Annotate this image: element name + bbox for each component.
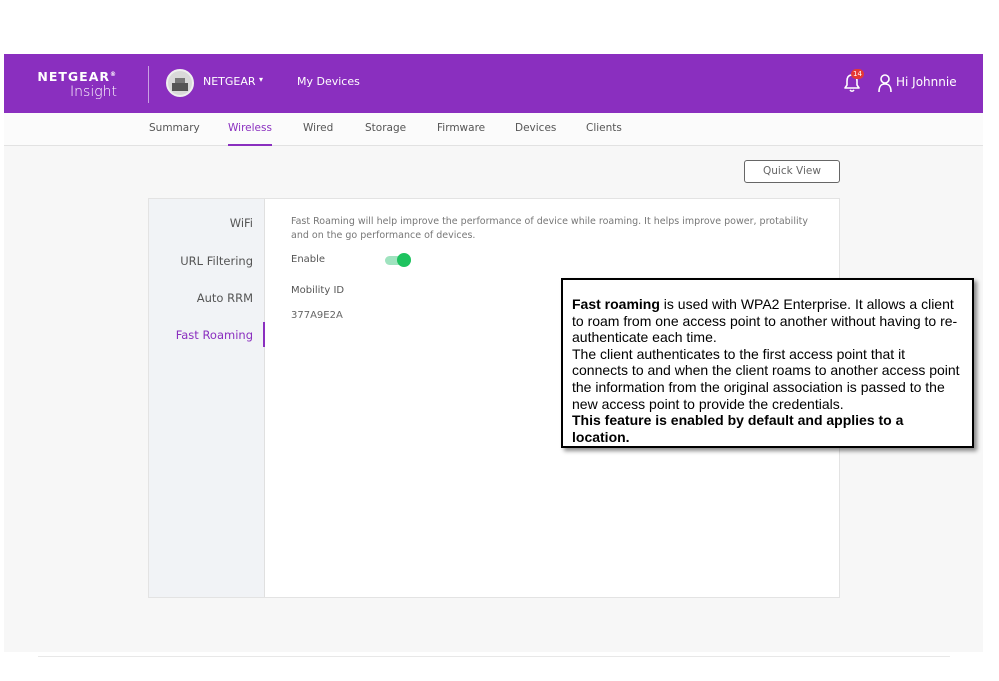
enable-label: Enable: [291, 254, 326, 265]
footer-divider: [38, 656, 950, 657]
sidebar-item-fast-roaming[interactable]: Fast Roaming: [176, 328, 253, 342]
logo-wordmark: NETGEAR®: [37, 69, 117, 85]
org-avatar[interactable]: [166, 69, 194, 97]
settings-sidebar: WiFi URL Filtering Auto RRM Fast Roaming: [149, 199, 265, 597]
sidebar-item-wifi[interactable]: WiFi: [230, 216, 253, 230]
active-item-indicator: [263, 322, 265, 347]
notification-badge: 14: [851, 69, 864, 79]
callout-paragraph-3: This feature is enabled by default and a…: [572, 412, 962, 445]
callout-paragraph-2: The client authenticates to the first ac…: [572, 345, 960, 412]
mobility-id-label: Mobility ID: [291, 285, 345, 296]
callout-term: Fast roaming: [572, 296, 660, 312]
org-selector[interactable]: NETGEAR: [203, 75, 256, 88]
sidebar-item-auto-rrm[interactable]: Auto RRM: [197, 291, 253, 305]
fast-roaming-description: Fast Roaming will help improve the perfo…: [291, 216, 808, 241]
sidebar-item-url-filtering[interactable]: URL Filtering: [180, 254, 253, 268]
header-divider: [148, 66, 149, 103]
quick-view-button[interactable]: Quick View: [744, 160, 840, 183]
chevron-down-icon[interactable]: ▾: [259, 75, 263, 84]
enable-toggle[interactable]: [385, 253, 413, 267]
tab-wireless[interactable]: Wireless: [228, 122, 272, 146]
tab-storage[interactable]: Storage: [365, 122, 406, 146]
my-devices-link[interactable]: My Devices: [297, 75, 360, 88]
user-menu[interactable]: Hi Johnnie: [896, 75, 957, 89]
tab-firmware[interactable]: Firmware: [437, 122, 485, 146]
tab-summary[interactable]: Summary: [149, 122, 200, 146]
top-bar: NETGEAR® Insight NETGEAR ▾ My Devices 14…: [4, 54, 983, 113]
sub-navigation: Summary Wireless Wired Storage Firmware …: [4, 113, 983, 146]
callout-paragraph-1: Fast roaming is used with WPA2 Enterpris…: [572, 296, 962, 346]
logo-subtitle: Insight: [70, 84, 117, 101]
user-icon[interactable]: [878, 73, 892, 93]
tab-devices[interactable]: Devices: [515, 122, 556, 146]
annotation-callout: Fast roaming is used with WPA2 Enterpris…: [561, 278, 974, 448]
mobility-id-value: 377A9E2A: [291, 310, 343, 321]
tab-wired[interactable]: Wired: [303, 122, 333, 146]
callout-emphasis: This feature is enabled by default and a…: [572, 412, 904, 445]
netgear-insight-logo[interactable]: NETGEAR® Insight: [35, 68, 117, 101]
tab-clients[interactable]: Clients: [586, 122, 622, 146]
